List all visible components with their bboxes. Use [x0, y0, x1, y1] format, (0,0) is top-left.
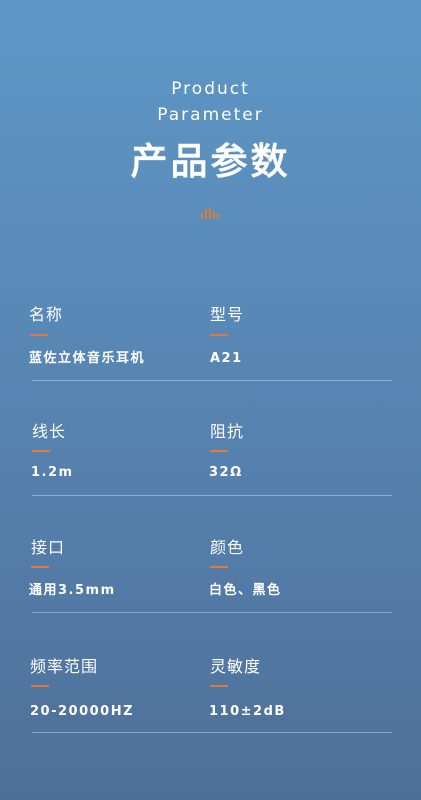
param-value-name: 蓝佐立体音乐耳机	[29, 351, 146, 366]
divider	[32, 380, 392, 381]
accent-line	[31, 566, 49, 568]
param-value-length: 1.2m	[31, 465, 74, 480]
accent-line	[30, 334, 48, 336]
param-label-model: 型号	[210, 305, 245, 324]
product-parameter-page: Product Parameter 产品参数 名称 蓝佐立体音乐耳机 型号 A2…	[0, 0, 421, 800]
accent-line	[210, 566, 228, 568]
param-label-name: 名称	[29, 305, 64, 324]
param-value-impedance: 32Ω	[209, 465, 243, 480]
title-en-line2: Parameter	[157, 105, 264, 125]
param-label-frequency: 频率范围	[30, 657, 99, 676]
param-label-color: 颜色	[210, 538, 245, 557]
param-label-interface: 接口	[31, 538, 66, 557]
divider	[32, 612, 392, 613]
param-value-model: A21	[210, 351, 243, 366]
accent-line	[32, 450, 50, 452]
accent-line	[31, 685, 49, 687]
param-value-color: 白色、黑色	[209, 583, 282, 598]
param-label-sensitivity: 灵敏度	[210, 657, 262, 676]
accent-line	[210, 334, 228, 336]
title-en-line1: Product	[171, 79, 250, 99]
accent-line	[210, 450, 228, 452]
sound-bars-icon	[201, 207, 219, 219]
param-value-interface: 通用3.5mm	[29, 583, 116, 598]
param-value-sensitivity: 110±2dB	[209, 704, 286, 719]
divider	[32, 732, 392, 733]
header: Product Parameter 产品参数	[0, 76, 421, 184]
page-title: 产品参数	[130, 140, 291, 183]
param-value-frequency: 20-20000HZ	[30, 704, 135, 719]
param-label-impedance: 阻抗	[210, 422, 245, 441]
divider	[32, 495, 392, 496]
accent-line	[210, 685, 228, 687]
param-label-length: 线长	[32, 422, 67, 441]
